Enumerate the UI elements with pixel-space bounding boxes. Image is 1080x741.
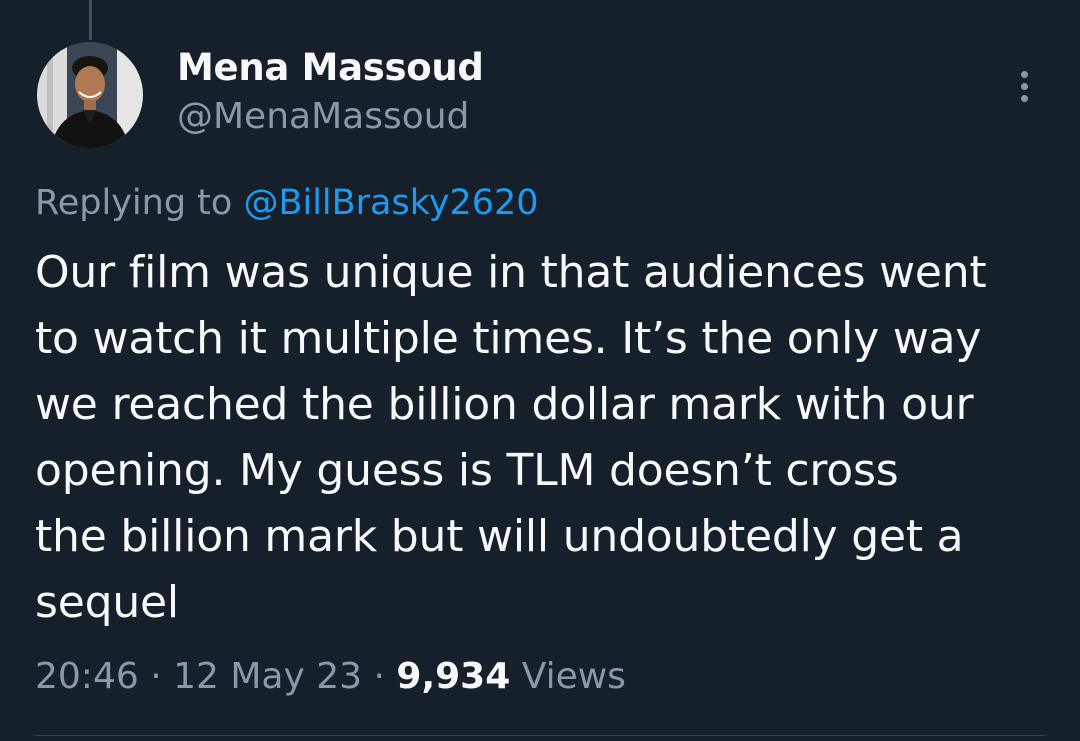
dot [1020,94,1028,102]
views-label[interactable]: Views [522,656,626,697]
tweet-text: Our film was unique in that audiences we… [35,240,1045,636]
reply-mention-link[interactable]: @BillBrasky2620 [243,183,538,223]
dot [1020,82,1028,90]
tweet-line: Our film was unique in that audiences we… [35,247,987,298]
avatar[interactable] [37,42,143,148]
tweet-line: sequel [35,577,179,628]
thread-connector-line [89,0,92,40]
dot [1020,70,1028,78]
meta-separator: · [373,656,385,697]
tweet-line: to watch it multiple times. It’s the onl… [35,313,982,364]
views-count[interactable]: 9,934 [396,656,510,697]
tweet-time[interactable]: 20:46 [35,656,139,697]
tweet-meta: 20:46 · 12 May 23 · 9,934 Views [35,654,626,700]
tweet-line: the billion mark but will undoubtedly ge… [35,511,964,562]
divider [35,735,1045,736]
meta-separator: · [150,656,162,697]
more-vertical-icon[interactable] [1004,66,1044,106]
tweet-date[interactable]: 12 May 23 [173,656,362,697]
tweet-line: opening. My guess is TLM doesn’t cross [35,445,899,496]
replying-prefix: Replying to [35,183,233,223]
tweet-line: we reached the billion dollar mark with … [35,379,974,430]
author-handle[interactable]: @MenaMassoud [177,94,469,140]
replying-to: Replying to @BillBrasky2620 [35,180,539,226]
author-display-name[interactable]: Mena Massoud [177,45,484,91]
